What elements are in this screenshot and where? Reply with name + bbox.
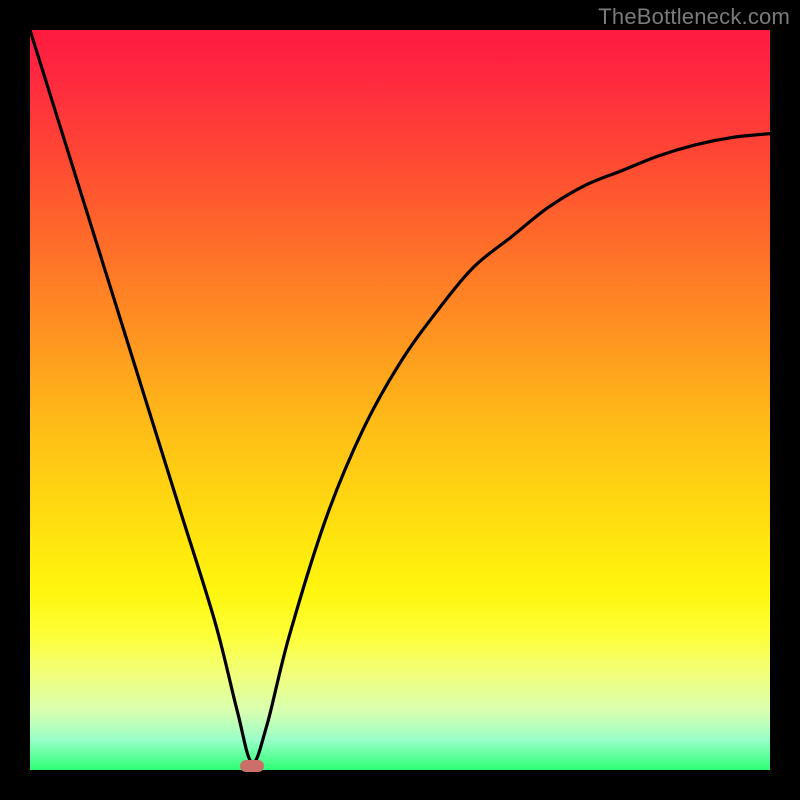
bottleneck-curve xyxy=(30,30,770,770)
chart-frame: TheBottleneck.com xyxy=(0,0,800,800)
plot-area xyxy=(30,30,770,770)
optimum-marker xyxy=(240,760,264,772)
attribution-text: TheBottleneck.com xyxy=(598,4,790,30)
